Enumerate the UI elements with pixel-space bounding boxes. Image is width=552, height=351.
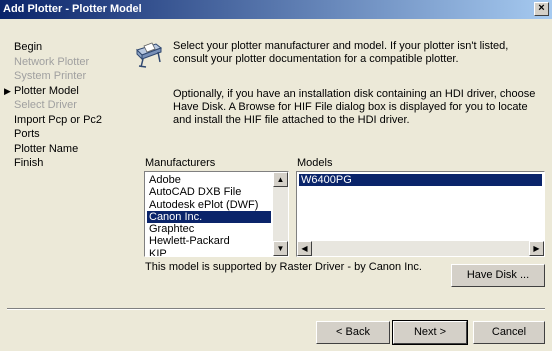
manufacturer-item[interactable]: Autodesk ePlot (DWF) (147, 199, 271, 211)
step-finish: Finish (7, 156, 127, 171)
current-step-arrow-icon: ▶ (4, 85, 11, 96)
manufacturer-item[interactable]: KIP (147, 248, 271, 256)
step-select-driver: Select Driver (7, 98, 127, 113)
cancel-button[interactable]: Cancel (473, 321, 545, 344)
models-list[interactable]: W6400PG ◀ ▶ (296, 171, 545, 257)
models-scrollbar[interactable]: ◀ ▶ (297, 241, 544, 256)
next-button[interactable]: Next > (392, 320, 468, 345)
manufacturers-scrollbar[interactable]: ▲ ▼ (273, 172, 288, 256)
step-import-pcp: Import Pcp or Pc2 (7, 113, 127, 128)
scroll-up-icon[interactable]: ▲ (273, 172, 288, 187)
manufacturer-item[interactable]: Hewlett-Packard (147, 235, 271, 247)
step-label: System Printer (14, 70, 87, 82)
step-ports: Ports (7, 127, 127, 142)
step-system-printer: System Printer (7, 69, 127, 84)
step-label: Plotter Name (14, 142, 79, 155)
window-title: Add Plotter - Plotter Model (3, 3, 142, 15)
manufacturer-item[interactable]: Graphtec (147, 223, 271, 235)
step-plotter-name: Plotter Name (7, 142, 127, 157)
scroll-right-icon[interactable]: ▶ (529, 241, 544, 256)
wizard-steps: Begin Network Plotter System Printer ▶ Pl… (4, 40, 127, 171)
models-label: Models (297, 157, 333, 169)
manufacturer-item-selected[interactable]: Canon Inc. (147, 210, 271, 224)
step-label: Finish (14, 157, 44, 169)
step-label: Select Driver (14, 99, 77, 111)
close-icon[interactable]: × (534, 2, 549, 16)
step-label: Ports (14, 128, 40, 140)
driver-info-text: This model is supported by Raster Driver… (145, 261, 422, 273)
model-item-selected[interactable]: W6400PG (299, 174, 542, 187)
step-label: Network Plotter (14, 55, 90, 68)
step-network-plotter: Network Plotter (7, 55, 127, 70)
scroll-down-icon[interactable]: ▼ (273, 241, 288, 256)
step-plotter-model: ▶ Plotter Model (4, 84, 127, 99)
have-disk-button[interactable]: Have Disk ... (451, 264, 545, 287)
manufacturers-label: Manufacturers (145, 157, 216, 169)
instruction-text-2: Optionally, if you have an installation … (173, 88, 536, 126)
plotter-icon (136, 42, 163, 68)
manufacturer-item[interactable]: Adobe (147, 174, 271, 186)
scroll-left-icon[interactable]: ◀ (297, 241, 312, 256)
instruction-text-1: Select your plotter manufacturer and mod… (173, 40, 509, 65)
step-label: Plotter Model (14, 84, 79, 97)
step-label: Begin (14, 41, 43, 53)
title-bar[interactable]: Add Plotter - Plotter Model × (0, 0, 552, 19)
back-button[interactable]: < Back (316, 321, 390, 344)
divider (7, 308, 545, 310)
step-label: Import Pcp or Pc2 (14, 113, 103, 126)
step-begin: Begin (7, 40, 127, 55)
add-plotter-dialog: Add Plotter - Plotter Model × Begin Netw… (0, 0, 552, 351)
manufacturer-item[interactable]: AutoCAD DXB File (147, 186, 271, 198)
manufacturers-list[interactable]: Adobe AutoCAD DXB File Autodesk ePlot (D… (144, 171, 289, 257)
